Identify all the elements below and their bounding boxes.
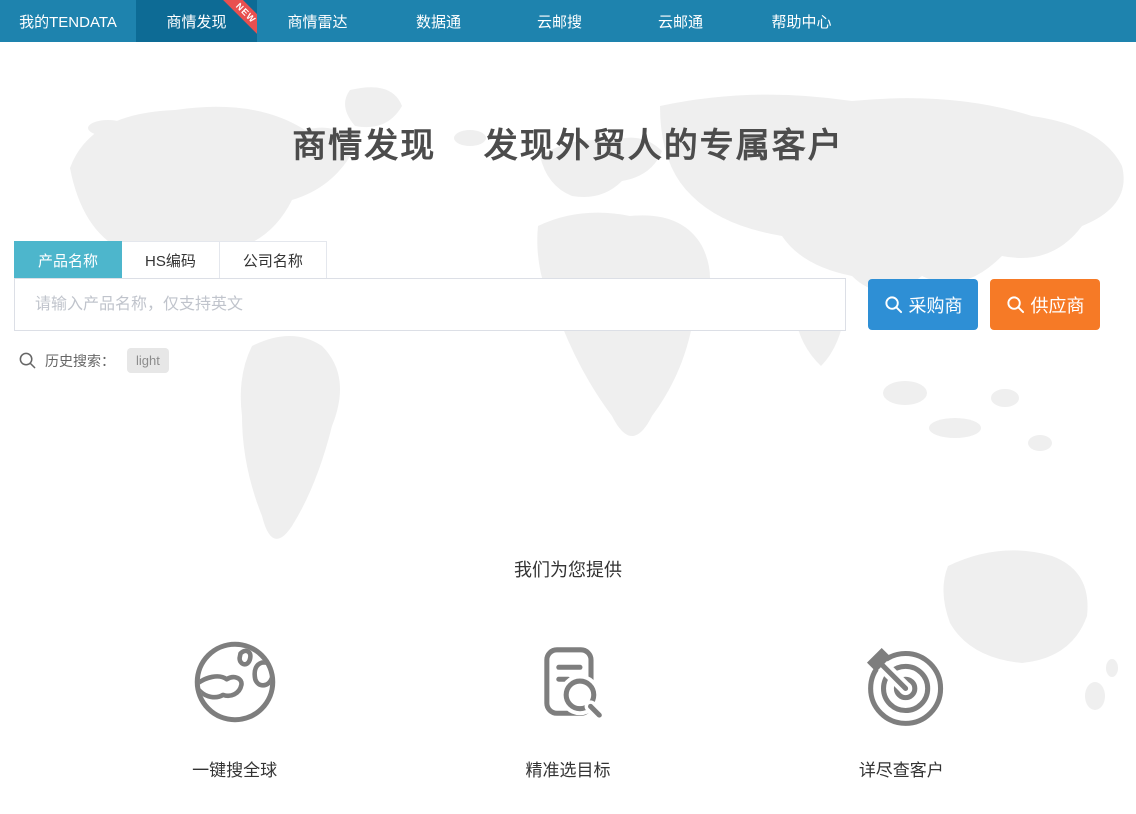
features-title: 我们为您提供 (0, 556, 1136, 582)
search-input[interactable] (14, 278, 846, 331)
feature-precise-target: 精准选目标 (401, 636, 734, 781)
history-search-icon (18, 351, 37, 370)
page-title: 商情发现 发现外贸人的专属客户 (0, 118, 1136, 167)
search-row: 采购商 供应商 (14, 278, 1122, 331)
nav-item-data-link[interactable]: 数据通 (378, 0, 499, 42)
buyer-button-label: 采购商 (909, 292, 963, 318)
feature-label: 详尽查客户 (859, 756, 944, 781)
history-search: 历史搜索： light (18, 348, 1122, 373)
nav-item-help-center[interactable]: 帮助中心 (741, 0, 862, 42)
globe-icon (189, 636, 281, 728)
feature-label: 精准选目标 (525, 756, 610, 781)
nav-item-label: 商情雷达 (287, 11, 347, 32)
feature-detailed-customer: 详尽查客户 (735, 636, 1068, 781)
nav-item-cloud-mail-search[interactable]: 云邮搜 (499, 0, 620, 42)
tab-label: 公司名称 (243, 250, 303, 271)
features-section: 我们为您提供 一键搜全球 (0, 556, 1136, 781)
page: 我的TENDATA 商情发现 NEW 商情雷达 数据通 云邮搜 云邮通 帮助中心… (0, 0, 1136, 814)
history-tag[interactable]: light (127, 348, 169, 373)
nav-item-my-tendata[interactable]: 我的TENDATA (0, 0, 136, 42)
buyer-search-button[interactable]: 采购商 (868, 279, 978, 330)
search-tabs: 产品名称 HS编码 公司名称 (14, 241, 1122, 278)
history-label: 历史搜索： (45, 351, 115, 371)
new-badge: NEW (221, 0, 257, 38)
document-search-icon (522, 636, 614, 728)
target-dart-icon (855, 636, 947, 728)
nav-item-label: 数据通 (416, 11, 461, 32)
supplier-search-button[interactable]: 供应商 (990, 279, 1100, 330)
nav-item-cloud-mail[interactable]: 云邮通 (620, 0, 741, 42)
tab-label: HS编码 (145, 250, 196, 271)
tab-product-name[interactable]: 产品名称 (14, 241, 122, 278)
feature-label: 一键搜全球 (192, 756, 277, 781)
nav-item-label: 云邮通 (658, 11, 703, 32)
top-nav: 我的TENDATA 商情发现 NEW 商情雷达 数据通 云邮搜 云邮通 帮助中心 (0, 0, 1136, 42)
search-icon (884, 295, 903, 314)
nav-item-business-discovery[interactable]: 商情发现 NEW (136, 0, 257, 42)
supplier-button-label: 供应商 (1031, 292, 1085, 318)
feature-global-search: 一键搜全球 (68, 636, 401, 781)
tab-hs-code[interactable]: HS编码 (122, 241, 220, 278)
nav-item-label: 云邮搜 (537, 11, 582, 32)
search-icon (1006, 295, 1025, 314)
nav-item-label: 我的TENDATA (19, 11, 117, 32)
nav-item-label: 帮助中心 (771, 11, 831, 32)
tab-label: 产品名称 (38, 250, 98, 271)
tab-company-name[interactable]: 公司名称 (220, 241, 327, 278)
feature-row: 一键搜全球 精准选目标 (68, 636, 1068, 781)
search-section: 产品名称 HS编码 公司名称 采购商 (14, 241, 1122, 331)
nav-item-business-radar[interactable]: 商情雷达 (257, 0, 378, 42)
nav-item-label: 商情发现 (166, 11, 226, 32)
